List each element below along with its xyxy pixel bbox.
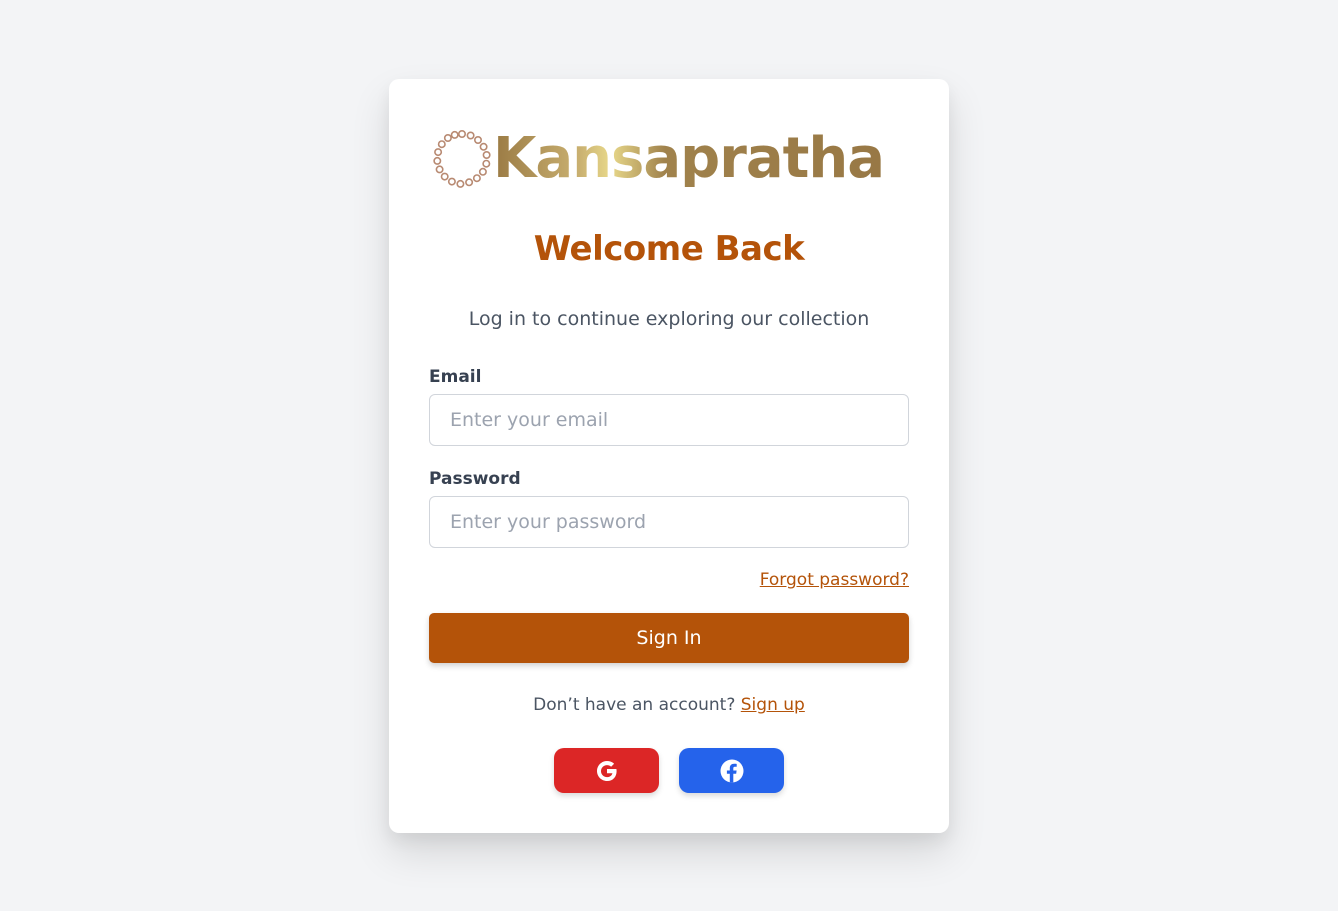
email-label: Email xyxy=(429,367,482,387)
facebook-icon xyxy=(720,759,743,782)
signup-prompt-line: Don’t have an account? Sign up xyxy=(389,695,949,715)
google-icon xyxy=(596,760,617,781)
brand-name: Kansapratha xyxy=(493,126,885,191)
login-card: Kansapratha Welcome Back Log in to conti… xyxy=(389,79,949,833)
sign-in-button[interactable]: Sign In xyxy=(429,613,909,663)
google-login-button[interactable] xyxy=(554,748,659,793)
page-title: Welcome Back xyxy=(533,229,805,269)
brand-logo: Kansapratha xyxy=(433,123,907,195)
page-subtitle: Log in to continue exploring our collect… xyxy=(468,308,870,330)
email-field[interactable] xyxy=(429,394,909,446)
forgot-password-link[interactable]: Forgot password? xyxy=(760,570,909,590)
bead-ring-icon xyxy=(433,130,491,188)
password-field[interactable] xyxy=(429,496,909,548)
password-label: Password xyxy=(429,469,521,489)
sign-up-link[interactable]: Sign up xyxy=(741,695,805,715)
facebook-login-button[interactable] xyxy=(679,748,784,793)
signup-prompt-text: Don’t have an account? xyxy=(533,695,736,715)
